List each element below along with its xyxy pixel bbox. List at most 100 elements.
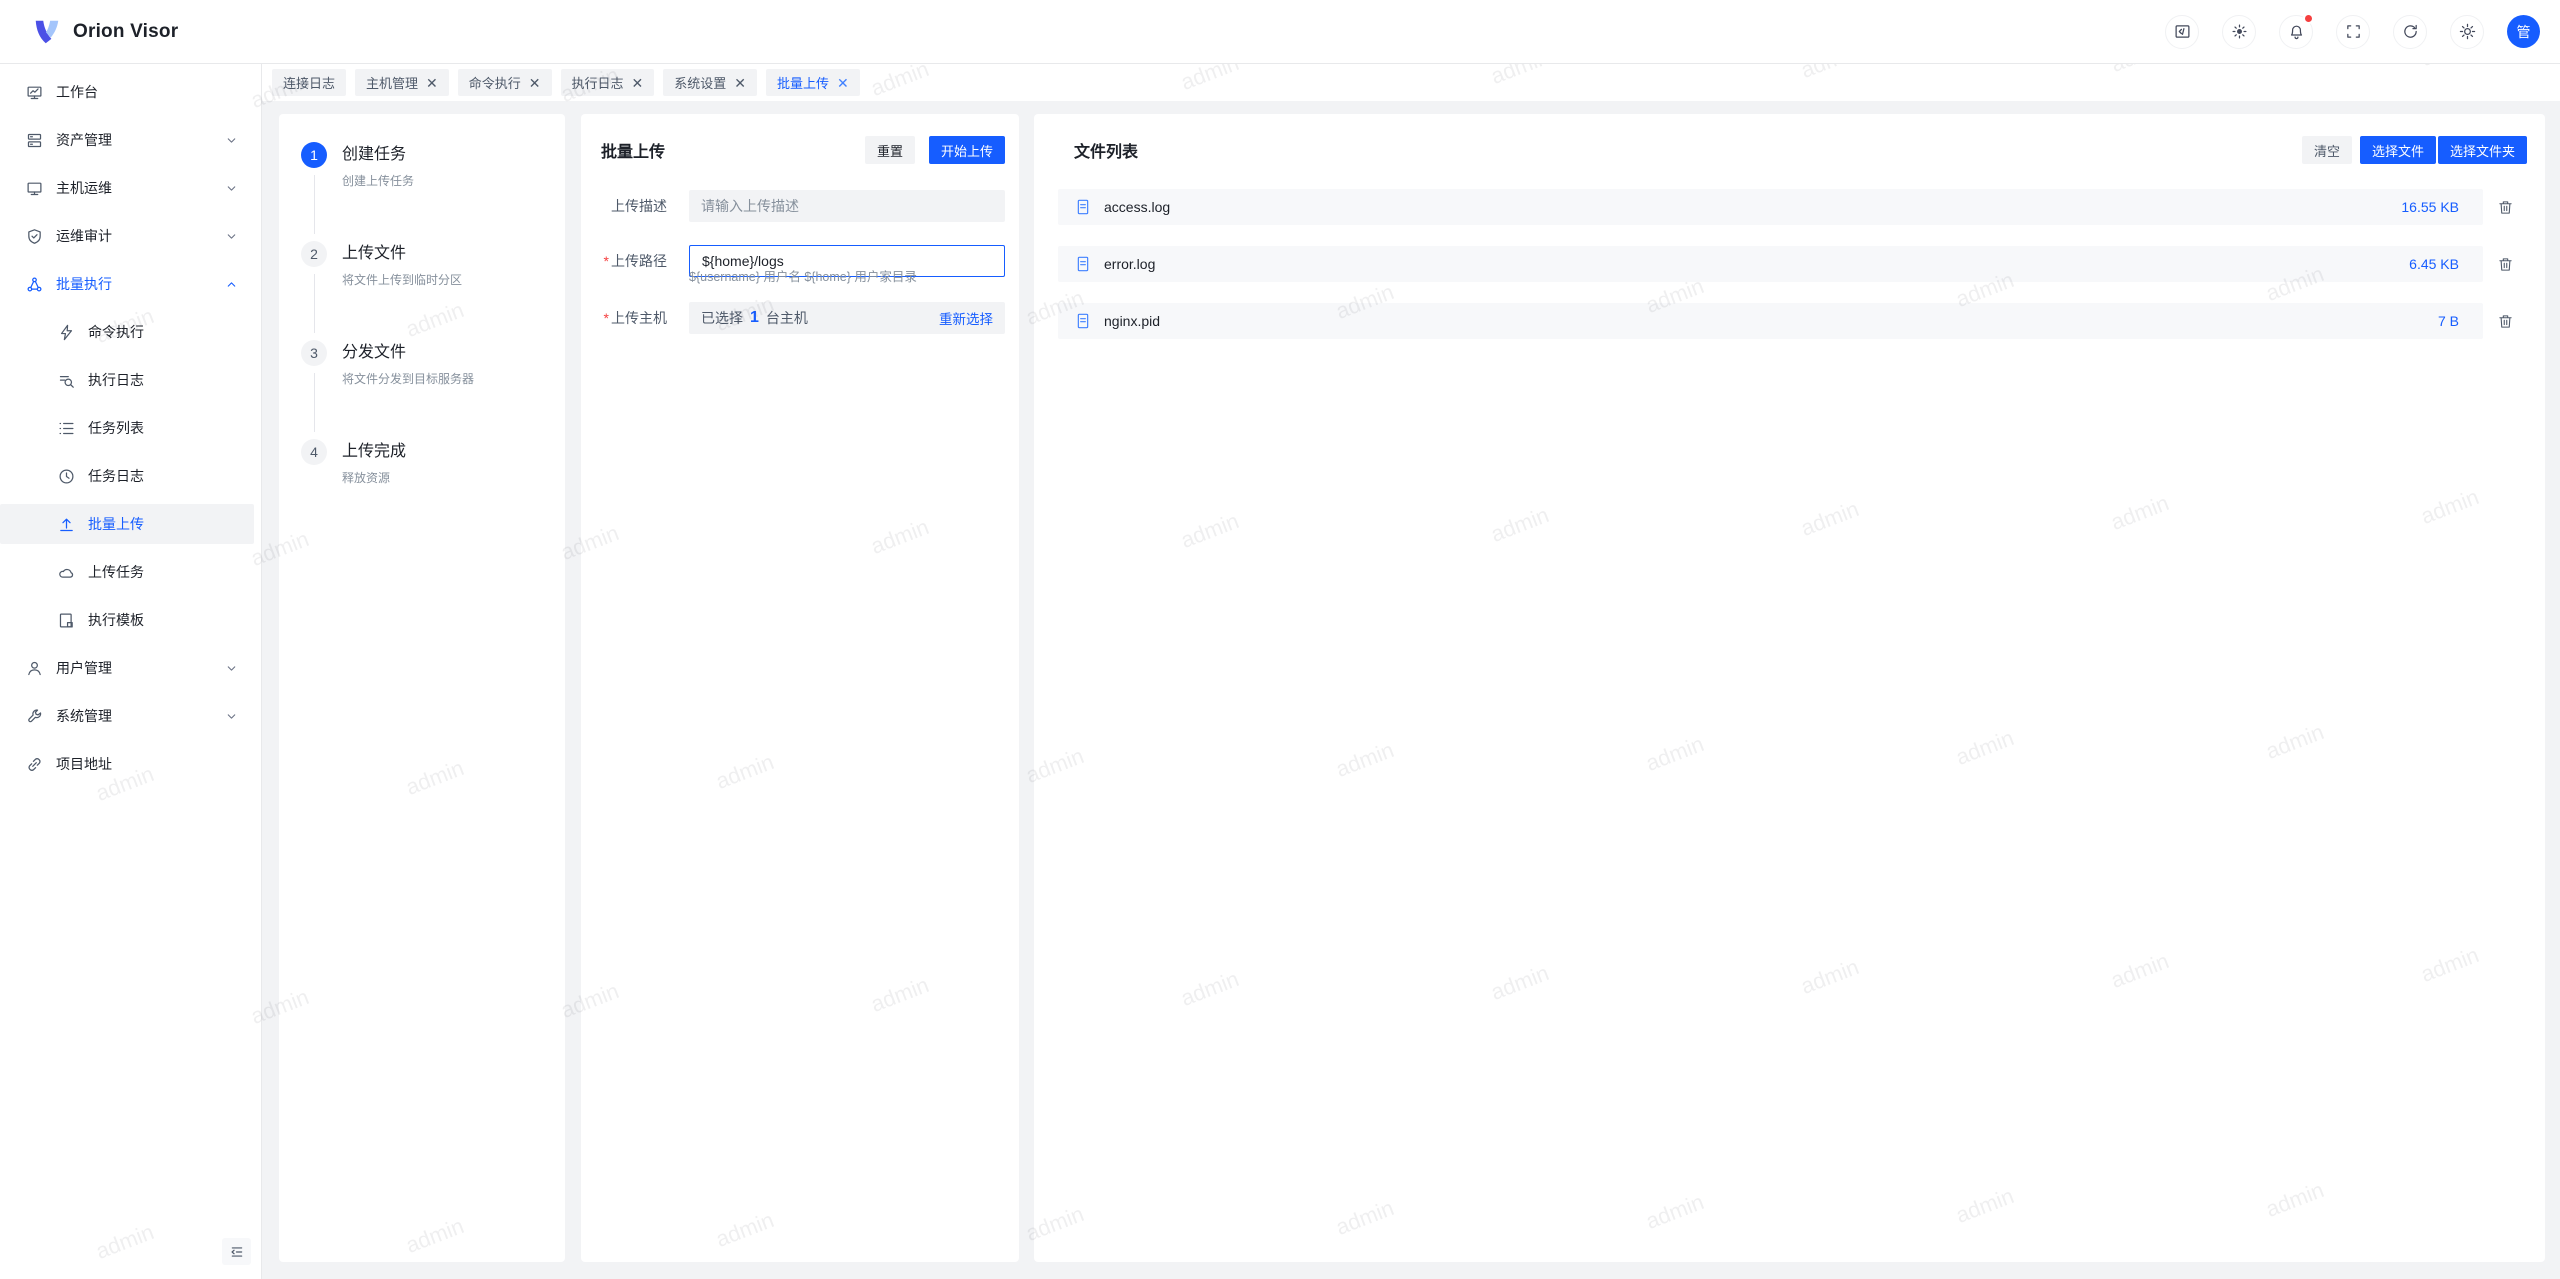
tab-batch-upload[interactable]: 批量上传 ✕ — [766, 69, 860, 96]
upload-icon — [58, 516, 75, 533]
reselect-hosts-link[interactable]: 重新选择 — [939, 308, 993, 328]
delete-file-button[interactable] — [2483, 314, 2527, 329]
selected-host-count: 1 — [750, 309, 759, 327]
file-name: error.log — [1104, 256, 1155, 272]
main-content: 1 创建任务 创建上传任务 2 上传文件 将文件上传到临时分区 3 分发文件 将… — [262, 101, 2560, 1279]
sidebar-item-assets[interactable]: 资产管理 — [0, 120, 254, 160]
file-size: 6.45 KB — [2409, 256, 2459, 272]
delete-file-button[interactable] — [2483, 257, 2527, 272]
file-row-body: error.log 6.45 KB — [1058, 246, 2483, 282]
file-row: nginx.pid 7 B — [1058, 303, 2527, 339]
chevron-down-icon — [225, 134, 238, 147]
app-logo-icon — [32, 17, 62, 47]
close-icon[interactable]: ✕ — [529, 76, 541, 90]
sidebar-item-exec-log[interactable]: 执行日志 — [0, 360, 254, 400]
step-connector — [314, 274, 315, 333]
sidebar-item-exec-template[interactable]: 执行模板 — [0, 600, 254, 640]
step-title: 上传完成 — [342, 439, 406, 465]
step-connector — [314, 175, 315, 234]
tab-exec-log[interactable]: 执行日志 ✕ — [561, 69, 655, 96]
step-title: 创建任务 — [342, 142, 414, 168]
reset-button[interactable]: 重置 — [865, 136, 915, 164]
sidebar-item-batch-exec[interactable]: 批量执行 — [0, 264, 254, 304]
settings-gear-icon[interactable] — [2450, 15, 2484, 49]
required-marker: * — [604, 310, 609, 326]
notification-dot — [2303, 13, 2314, 24]
file-row: access.log 16.55 KB — [1058, 189, 2527, 225]
cluster-nodes-icon — [26, 276, 43, 293]
file-name: nginx.pid — [1104, 313, 1160, 329]
step-number: 4 — [301, 439, 327, 465]
file-size: 7 B — [2438, 313, 2459, 329]
clock-history-icon — [58, 468, 75, 485]
close-icon[interactable]: ✕ — [426, 76, 438, 90]
notifications-bell-icon[interactable] — [2279, 15, 2313, 49]
sidebar-item-batch-upload[interactable]: 批量上传 — [0, 504, 254, 544]
link-icon — [26, 756, 43, 773]
step-title: 上传文件 — [342, 241, 462, 267]
chevron-down-icon — [225, 710, 238, 723]
delete-file-button[interactable] — [2483, 200, 2527, 215]
clear-files-button[interactable]: 清空 — [2302, 136, 2352, 164]
file-document-icon — [1075, 199, 1091, 215]
sidebar-collapse-button[interactable] — [222, 1238, 251, 1265]
file-row-body: nginx.pid 7 B — [1058, 303, 2483, 339]
file-list: access.log 16.55 KB error.log — [1034, 164, 2545, 339]
fullscreen-icon[interactable] — [2336, 15, 2370, 49]
step-upload-files: 2 上传文件 将文件上传到临时分区 — [301, 241, 547, 340]
tab-connect-log[interactable]: 连接日志 — [272, 69, 346, 96]
upload-desc-label: 上传描述 — [599, 196, 667, 216]
sidebar-item-user-mgmt[interactable]: 用户管理 — [0, 648, 254, 688]
log-search-icon — [58, 372, 75, 389]
upload-form-panel: 批量上传 重置 开始上传 上传描述 *上传路径 ${username} 用户名 … — [581, 114, 1019, 1262]
user-avatar[interactable]: 管 — [2507, 15, 2540, 48]
close-icon[interactable]: ✕ — [632, 76, 644, 90]
step-number: 3 — [301, 340, 327, 366]
step-number: 1 — [301, 142, 327, 168]
sidebar-item-workbench[interactable]: 工作台 — [0, 72, 254, 112]
file-size: 16.55 KB — [2401, 199, 2459, 215]
sidebar-item-upload-task[interactable]: 上传任务 — [0, 552, 254, 592]
tab-system-settings[interactable]: 系统设置 ✕ — [663, 69, 757, 96]
step-connector — [314, 373, 315, 432]
step-desc: 创建上传任务 — [342, 172, 414, 189]
sidebar: 工作台 资产管理 主机运维 运维审计 — [0, 64, 262, 1279]
step-upload-done: 4 上传完成 释放资源 — [301, 439, 547, 538]
sidebar-item-project-link[interactable]: 项目地址 — [0, 744, 254, 784]
cloud-icon — [58, 564, 75, 581]
tab-bar: 连接日志 主机管理 ✕ 命令执行 ✕ 执行日志 ✕ 系统设置 ✕ 批量上传 ✕ — [262, 64, 2560, 101]
file-document-icon — [1075, 256, 1091, 272]
sidebar-item-command-exec[interactable]: 命令执行 — [0, 312, 254, 352]
sidebar-item-task-log[interactable]: 任务日志 — [0, 456, 254, 496]
refresh-icon[interactable] — [2393, 15, 2427, 49]
upload-host-label: *上传主机 — [599, 308, 667, 328]
chevron-down-icon — [225, 230, 238, 243]
sidebar-item-task-list[interactable]: 任务列表 — [0, 408, 254, 448]
chevron-up-icon — [225, 278, 238, 291]
sidebar-item-audit[interactable]: 运维审计 — [0, 216, 254, 256]
step-desc: 将文件上传到临时分区 — [342, 271, 462, 288]
file-document-icon — [1075, 313, 1091, 329]
upload-desc-input[interactable] — [689, 190, 1005, 222]
tab-host-mgmt[interactable]: 主机管理 ✕ — [355, 69, 449, 96]
chevron-down-icon — [225, 182, 238, 195]
shield-check-icon — [26, 228, 43, 245]
theme-toggle-icon[interactable] — [2222, 15, 2256, 49]
header-actions: 管 — [2165, 15, 2540, 49]
select-folder-button[interactable]: 选择文件夹 — [2438, 136, 2527, 164]
asset-server-icon — [26, 132, 43, 149]
sidebar-item-host-ops[interactable]: 主机运维 — [0, 168, 254, 208]
sidebar-item-system-mgmt[interactable]: 系统管理 — [0, 696, 254, 736]
select-file-button[interactable]: 选择文件 — [2360, 136, 2436, 164]
close-icon[interactable]: ✕ — [734, 76, 746, 90]
list-icon — [58, 420, 75, 437]
required-marker: * — [604, 253, 609, 269]
close-icon[interactable]: ✕ — [837, 76, 849, 90]
start-upload-button[interactable]: 开始上传 — [929, 136, 1005, 164]
code-preview-icon[interactable] — [2165, 15, 2199, 49]
app-title: Orion Visor — [73, 21, 178, 43]
menu-fold-icon — [230, 1245, 244, 1259]
tab-command-exec[interactable]: 命令执行 ✕ — [458, 69, 552, 96]
step-title: 分发文件 — [342, 340, 474, 366]
step-create-task: 1 创建任务 创建上传任务 — [301, 142, 547, 241]
